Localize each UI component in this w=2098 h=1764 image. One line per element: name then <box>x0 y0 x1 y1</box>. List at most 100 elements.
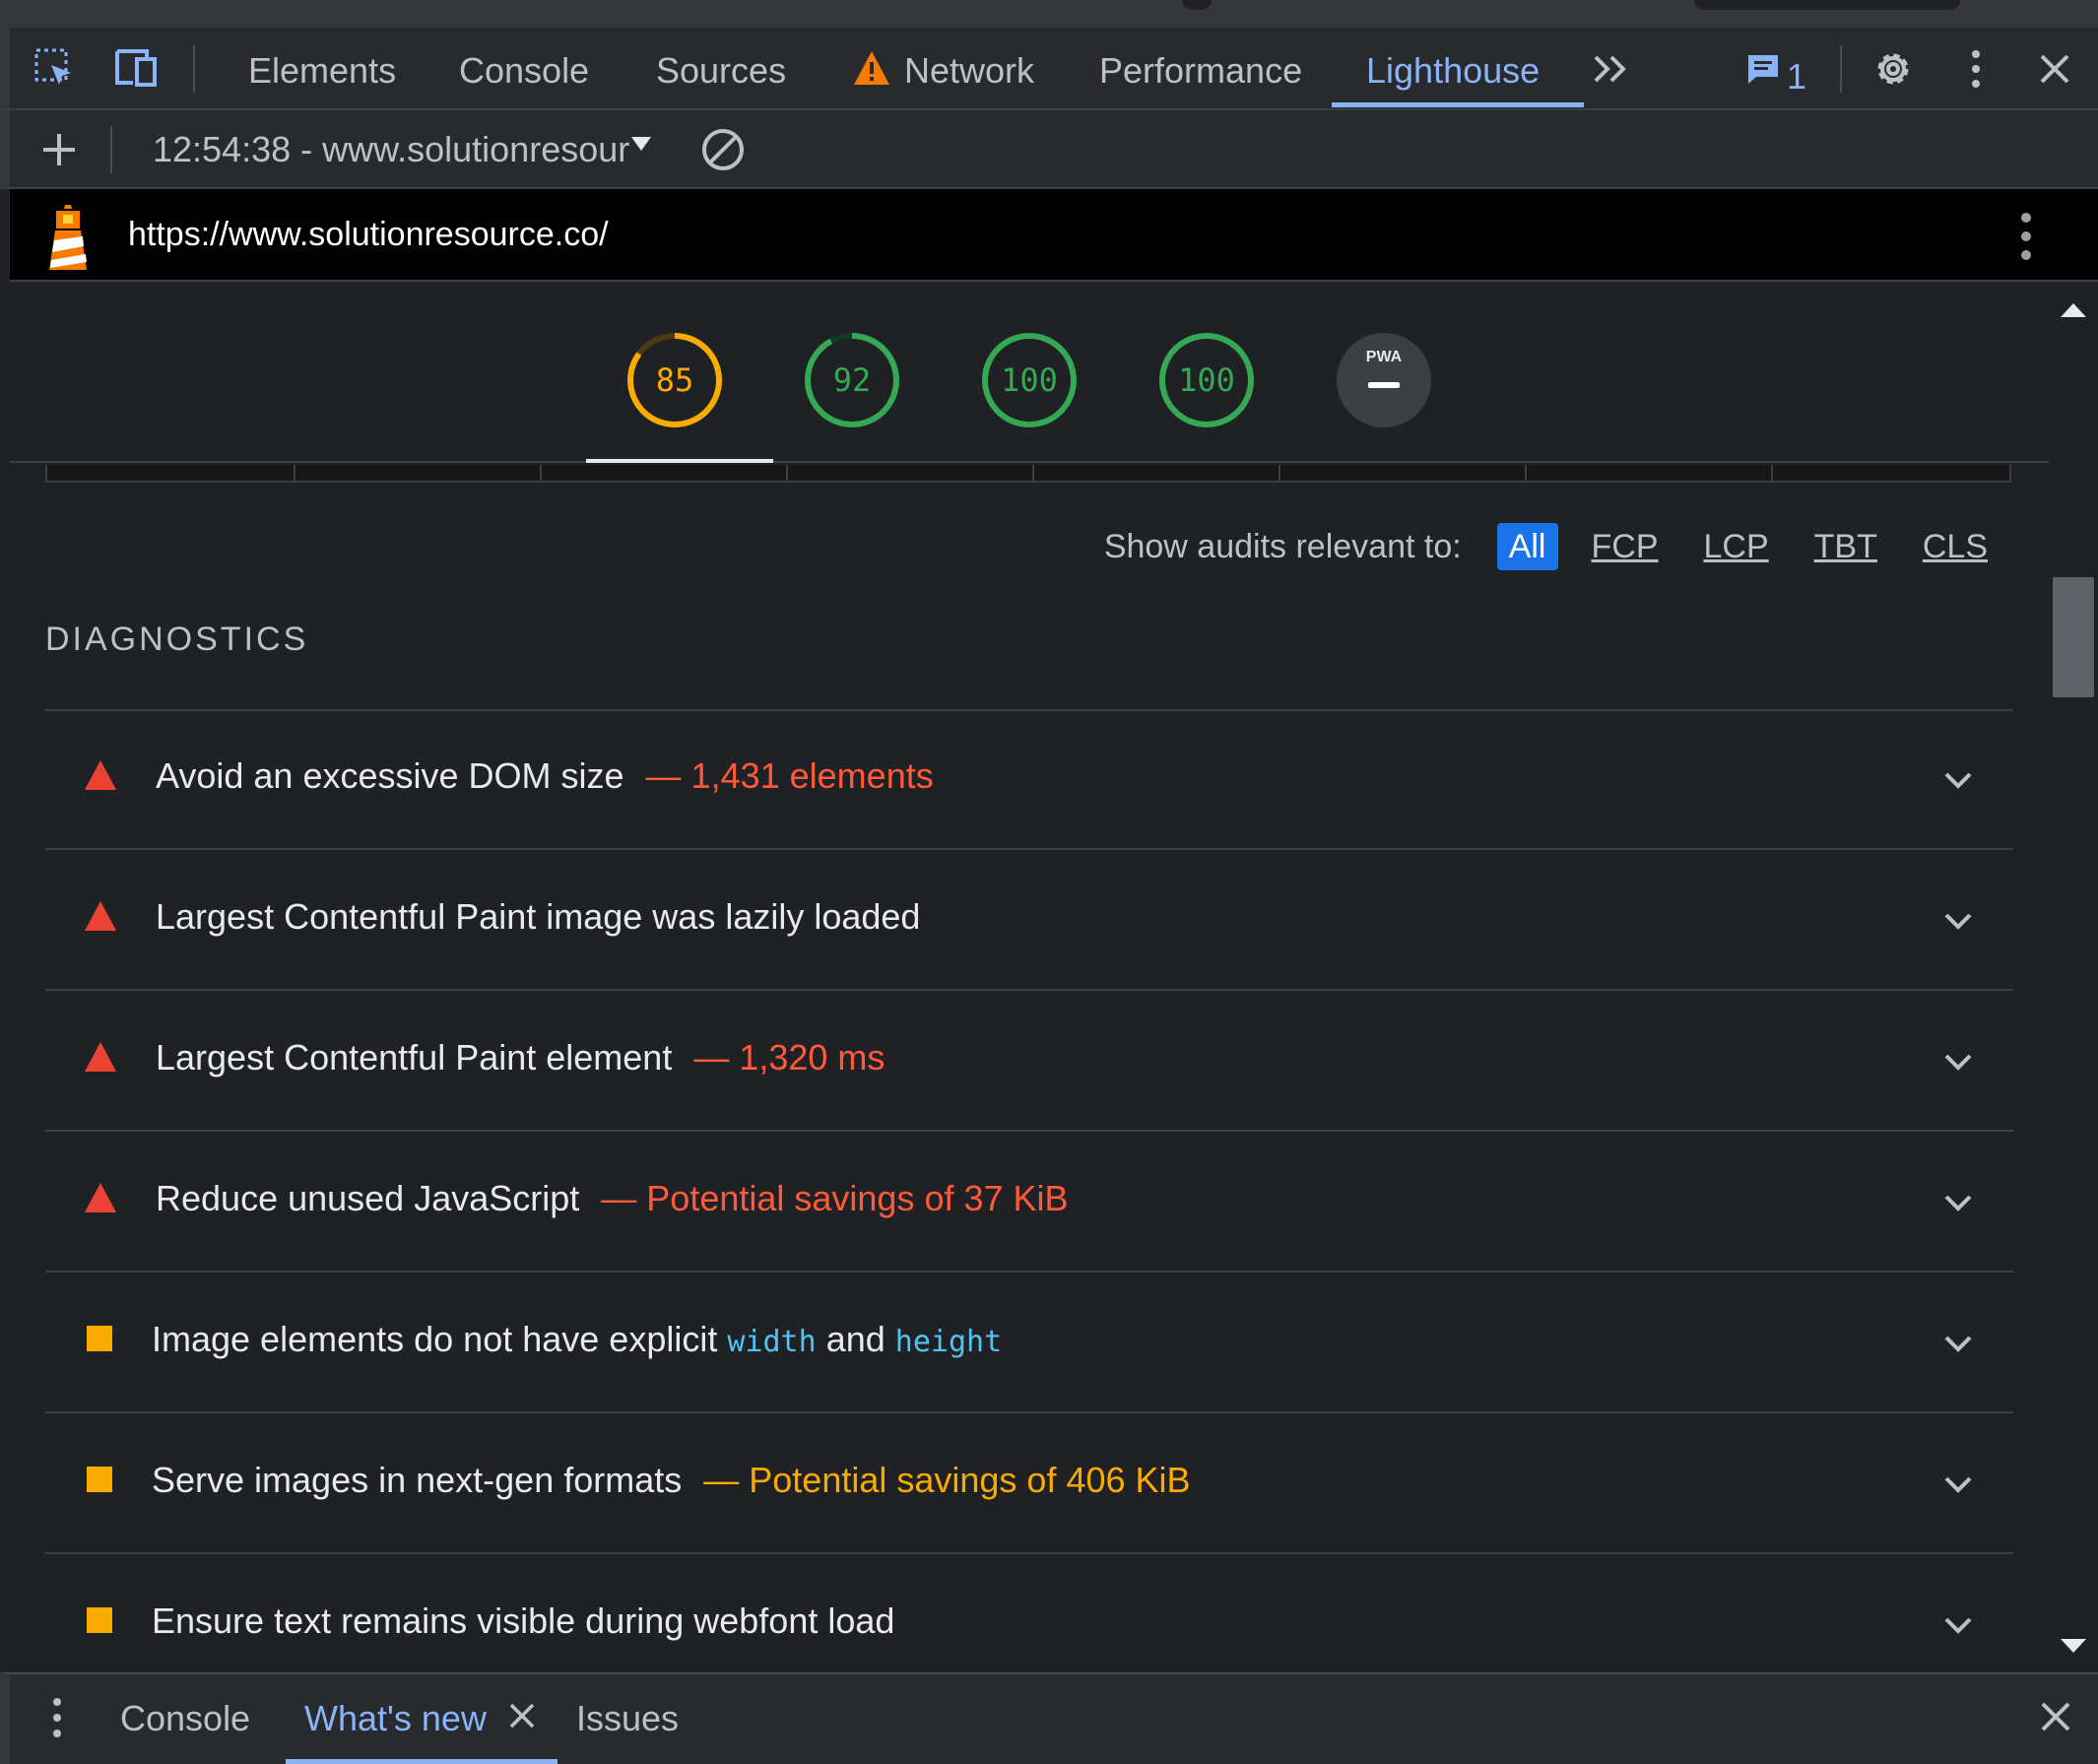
fail-triangle-icon <box>85 760 116 790</box>
lighthouse-report: 85 92 100 100 PWA Show audits relevant t… <box>10 282 2049 1672</box>
close-devtools-icon[interactable] <box>2031 45 2078 93</box>
filter-chip-tbt[interactable]: TBT <box>1803 523 1889 570</box>
audit-row[interactable]: Reduce unused JavaScript — Potential savi… <box>45 1134 2013 1273</box>
drawer-tab-issues[interactable]: Issues <box>576 1696 679 1741</box>
clear-icon[interactable] <box>699 126 747 173</box>
inspect-element-icon[interactable] <box>32 45 79 93</box>
chevron-down-icon[interactable] <box>1938 1183 1978 1222</box>
report-scrollbar[interactable] <box>2049 282 2098 1672</box>
audit-row[interactable]: Image elements do not have explicit widt… <box>45 1274 2013 1413</box>
audit-row[interactable]: Avoid an excessive DOM size — 1,431 eleme… <box>45 711 2013 850</box>
settings-gear-icon[interactable] <box>1869 45 1917 93</box>
audit-separator: — <box>693 1037 730 1078</box>
audit-row[interactable]: Serve images in next-gen formats — Potent… <box>45 1415 2013 1554</box>
top-strip-edge <box>1182 0 1212 10</box>
performance-score: 85 <box>655 361 694 399</box>
audit-title: Reduce unused JavaScript <box>156 1178 580 1218</box>
audit-code-height: height <box>894 1325 1003 1359</box>
selected-score-indicator <box>586 459 773 463</box>
chevron-down-icon[interactable] <box>1938 1324 1978 1363</box>
more-tabs-icon[interactable] <box>1588 45 1635 93</box>
chevron-down-icon[interactable] <box>1938 1042 1978 1081</box>
best-practices-score-gauge[interactable]: 100 <box>980 331 1079 429</box>
average-square-icon <box>87 1467 112 1492</box>
drawer-tab-console[interactable]: Console <box>120 1696 250 1741</box>
report-selector[interactable]: 12:54:38 - www.solutionresour <box>153 128 629 171</box>
audit-text: Largest Contentful Paint image was lazil… <box>156 895 920 939</box>
audit-filter-label: Show audits relevant to: <box>1103 527 1462 565</box>
audit-display-value: Potential savings of 37 KiB <box>646 1178 1069 1218</box>
audit-text: Avoid an excessive DOM size — 1,431 eleme… <box>156 754 934 798</box>
report-menu-icon[interactable] <box>2019 211 2039 262</box>
audit-text: Image elements do not have explicit widt… <box>152 1318 1002 1364</box>
close-drawer-icon[interactable] <box>2039 1700 2072 1738</box>
tab-lighthouse[interactable]: Lighthouse <box>1366 47 1540 95</box>
scrollbar-thumb[interactable] <box>2053 577 2094 697</box>
issues-count[interactable]: 1 <box>1787 53 1806 100</box>
audit-row[interactable]: Largest Contentful Paint image was lazil… <box>45 852 2013 991</box>
tab-elements[interactable]: Elements <box>248 47 396 95</box>
average-square-icon <box>87 1326 112 1351</box>
report-url[interactable]: https://www.solutionresource.co/ <box>128 213 609 256</box>
seo-score-gauge[interactable]: 100 <box>1157 331 1256 429</box>
audit-display-value: 1,431 elements <box>690 755 934 796</box>
close-tab-icon[interactable] <box>508 1702 536 1734</box>
drawer-menu-icon[interactable] <box>51 1696 63 1744</box>
tab-network[interactable]: Network <box>904 47 1034 95</box>
audit-display-value: Potential savings of 406 KiB <box>749 1460 1191 1500</box>
filter-chip-all[interactable]: All <box>1496 523 1558 570</box>
pwa-badge-label: PWA <box>1365 349 1403 365</box>
audit-display-value: 1,320 ms <box>739 1037 885 1078</box>
add-report-icon[interactable] <box>35 126 83 173</box>
filter-chip-lcp[interactable]: LCP <box>1692 523 1781 570</box>
tab-performance[interactable]: Performance <box>1099 47 1302 95</box>
dropdown-arrow-icon[interactable] <box>626 124 656 163</box>
audit-separator: — <box>601 1178 637 1218</box>
audit-separator: — <box>703 1460 740 1500</box>
chevron-down-icon[interactable] <box>1938 1605 1978 1645</box>
accessibility-score-gauge[interactable]: 92 <box>803 331 901 429</box>
lighthouse-logo-icon <box>43 203 93 272</box>
chevron-down-icon[interactable] <box>1938 760 1978 800</box>
audit-row[interactable]: Ensure text remains visible during webfo… <box>45 1556 2013 1672</box>
warning-icon <box>851 47 892 89</box>
audit-title-prefix: Image elements do not have explicit <box>152 1319 718 1359</box>
audit-title: Serve images in next-gen formats <box>152 1460 683 1500</box>
filter-chip-fcp[interactable]: FCP <box>1580 523 1671 570</box>
fail-triangle-icon <box>85 1042 116 1072</box>
seo-score: 100 <box>1178 361 1235 399</box>
browser-top-strip <box>0 0 2098 28</box>
kebab-menu-icon[interactable] <box>1952 45 2000 93</box>
filmstrip-thumbnails <box>45 465 2011 483</box>
active-tab-indicator <box>1332 102 1584 107</box>
filter-chip-cls[interactable]: CLS <box>1911 523 2000 570</box>
audit-text: Ensure text remains visible during webfo… <box>152 1600 894 1643</box>
chevron-down-icon[interactable] <box>1938 901 1978 941</box>
performance-score-gauge[interactable]: 85 <box>625 331 724 429</box>
toolbar-divider <box>193 45 195 93</box>
drawer-tab-whats-new[interactable]: What's new <box>304 1696 487 1741</box>
devtools-drawer: Console What's new Issues <box>0 1672 2098 1764</box>
chevron-down-icon[interactable] <box>1938 1465 1978 1504</box>
fail-triangle-icon <box>85 1183 116 1212</box>
devtools-tab-bar: Elements Console Sources Network Perform… <box>0 28 2098 110</box>
issues-icon[interactable] <box>1743 49 1783 89</box>
device-toolbar-icon[interactable] <box>113 45 161 93</box>
audit-separator: — <box>645 755 682 796</box>
diagnostics-heading: DIAGNOSTICS <box>45 621 309 658</box>
tab-console[interactable]: Console <box>459 47 589 95</box>
audit-title: Ensure text remains visible during webfo… <box>152 1601 895 1641</box>
accessibility-score: 92 <box>832 361 872 399</box>
scroll-down-arrow-icon[interactable] <box>2059 1637 2088 1660</box>
report-selector-label: 12:54:38 - www.solutionresour <box>153 129 630 169</box>
score-summary: 85 92 100 100 PWA <box>10 282 2049 463</box>
lighthouse-toolbar: 12:54:38 - www.solutionresour <box>0 110 2098 189</box>
audit-row[interactable]: Largest Contentful Paint element — 1,320 … <box>45 993 2013 1132</box>
best-practices-score: 100 <box>1001 361 1058 399</box>
audit-filter: Show audits relevant to: All FCP LCP TBT… <box>1104 522 2000 571</box>
scroll-up-arrow-icon[interactable] <box>2059 301 2088 324</box>
pwa-badge[interactable]: PWA <box>1335 331 1433 429</box>
tab-sources[interactable]: Sources <box>656 47 786 95</box>
toolbar-divider <box>1840 45 1842 93</box>
audit-text: Largest Contentful Paint element — 1,320 … <box>156 1036 885 1079</box>
